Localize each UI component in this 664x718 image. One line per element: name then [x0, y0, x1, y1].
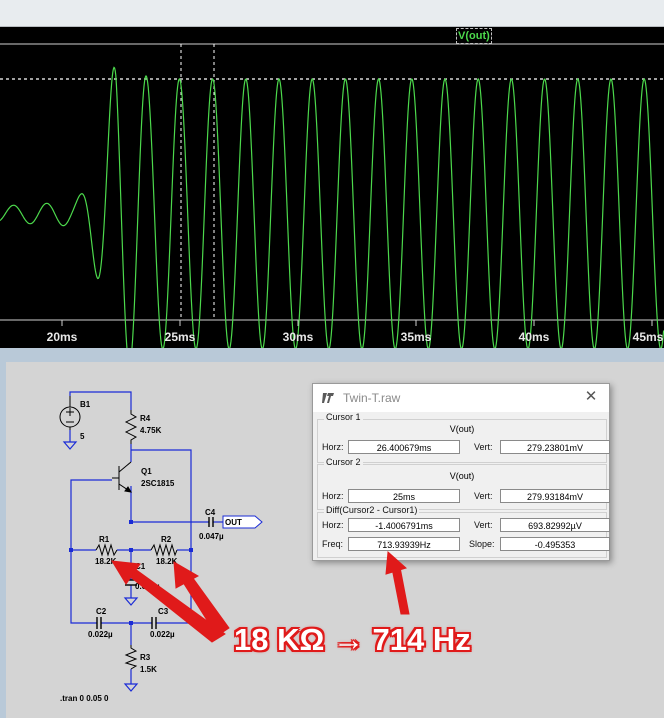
diff-freq-field[interactable]: 713.93939Hz — [348, 537, 460, 551]
diff-group-title: Diff(Cursor2 - Cursor1) — [324, 505, 420, 515]
diff-horz-field[interactable]: -1.4006791ms — [348, 518, 460, 532]
ltspice-logo-icon — [322, 393, 334, 403]
ground-r3 — [123, 683, 139, 692]
label-c3-value: 0.022µ — [150, 630, 175, 639]
x-tick-label: 20ms — [46, 330, 78, 344]
label-c1-name: C1 — [135, 562, 146, 571]
label-b1-name: B1 — [80, 400, 91, 409]
label-r3-name: R3 — [140, 653, 151, 662]
label-c1-value: 0.047µ — [135, 582, 160, 591]
label-c2-name: C2 — [96, 607, 107, 616]
label-q1-value: 2SC1815 — [141, 479, 175, 488]
x-tick-label: 45ms — [632, 330, 664, 344]
cursor-1-vert-label: Vert: — [474, 442, 493, 452]
x-tick-label: 30ms — [282, 330, 314, 344]
cursor-1-vert-field[interactable]: 279.23801mV — [500, 440, 610, 454]
diff-vert-field[interactable]: 693.82992µV — [500, 518, 610, 532]
dialog-titlebar[interactable]: Twin-T.raw ✕ — [313, 384, 609, 412]
spice-directive[interactable]: .tran 0 0.05 0 — [60, 694, 108, 703]
ground-b1 — [62, 441, 78, 450]
schematic-pane[interactable]: B1 5 R4 4.75K Q1 2SC1815 C4 0.047µ OUT R… — [0, 362, 664, 718]
ground-c1 — [123, 597, 139, 606]
dialog-title: Twin-T.raw — [343, 391, 401, 405]
close-icon[interactable]: ✕ — [583, 389, 599, 405]
cursor-2-vert-field[interactable]: 279.93184mV — [500, 489, 610, 503]
label-r3-value: 1.5K — [140, 665, 157, 674]
cursor-2-group-title: Cursor 2 — [324, 457, 363, 467]
c2-symbol — [96, 617, 102, 629]
vout-trace — [0, 66, 664, 348]
label-b1-value: 5 — [80, 432, 85, 441]
label-r2-name: R2 — [161, 535, 172, 544]
c4-symbol — [208, 517, 214, 527]
label-r2-value: 18.2K — [156, 557, 178, 566]
x-tick-label: 25ms — [164, 330, 196, 344]
r4-symbol — [124, 410, 138, 444]
label-q1-name: Q1 — [141, 467, 152, 476]
cursor-dialog[interactable]: Twin-T.raw ✕ Cursor 1 V(out) Horz: 26.40… — [312, 383, 610, 561]
diff-horz-label: Horz: — [322, 520, 344, 530]
cursor-2-horz-label: Horz: — [322, 491, 344, 501]
q1-symbol — [112, 461, 132, 493]
label-c2-value: 0.022µ — [88, 630, 113, 639]
label-c4-value: 0.047µ — [199, 532, 224, 541]
r1-symbol — [95, 543, 118, 557]
cursor-2-group: Cursor 2 V(out) Horz: 25ms Vert: 279.931… — [317, 457, 610, 510]
waveform-pane[interactable]: V(out) 20ms 25ms 30ms 35ms 40ms 45ms — [0, 0, 664, 348]
label-r1-name: R1 — [99, 535, 110, 544]
cursor-1-horz-field[interactable]: 26.400679ms — [348, 440, 460, 454]
cursor-1-group-title: Cursor 1 — [324, 412, 363, 422]
diff-freq-label: Freq: — [322, 539, 344, 549]
cursor-1-signal: V(out) — [449, 424, 475, 434]
trace-label-vout[interactable]: V(out) — [456, 28, 492, 44]
x-tick-label: 35ms — [400, 330, 432, 344]
cursor-2-signal: V(out) — [449, 471, 475, 481]
waveform-plot[interactable] — [0, 0, 664, 348]
x-axis-ticks — [61, 320, 653, 326]
cursor-2-horz-field[interactable]: 25ms — [348, 489, 460, 503]
diff-vert-label: Vert: — [474, 520, 493, 530]
r3-symbol — [124, 645, 138, 670]
r2-symbol — [150, 543, 178, 557]
diff-slope-label: Slope: — [469, 539, 495, 549]
pane-splitter[interactable] — [0, 348, 664, 362]
label-r4-value: 4.75K — [140, 426, 162, 435]
x-tick-label: 40ms — [518, 330, 550, 344]
cursor-2-vert-label: Vert: — [474, 491, 493, 501]
label-r4-name: R4 — [140, 414, 151, 423]
annotation-text: 18 KΩ → 714 Hz — [234, 622, 471, 657]
cursor-1-horz-label: Horz: — [322, 442, 344, 452]
label-r1-value: 18.2K — [95, 557, 117, 566]
label-c4-name: C4 — [205, 508, 216, 517]
diff-group: Diff(Cursor2 - Cursor1) Horz: -1.4006791… — [317, 505, 610, 558]
label-c3-name: C3 — [158, 607, 169, 616]
battery-symbol — [59, 396, 81, 430]
c3-symbol — [151, 617, 157, 629]
out-port-label[interactable]: OUT — [225, 518, 242, 527]
diff-slope-field[interactable]: -0.495353 — [500, 537, 610, 551]
